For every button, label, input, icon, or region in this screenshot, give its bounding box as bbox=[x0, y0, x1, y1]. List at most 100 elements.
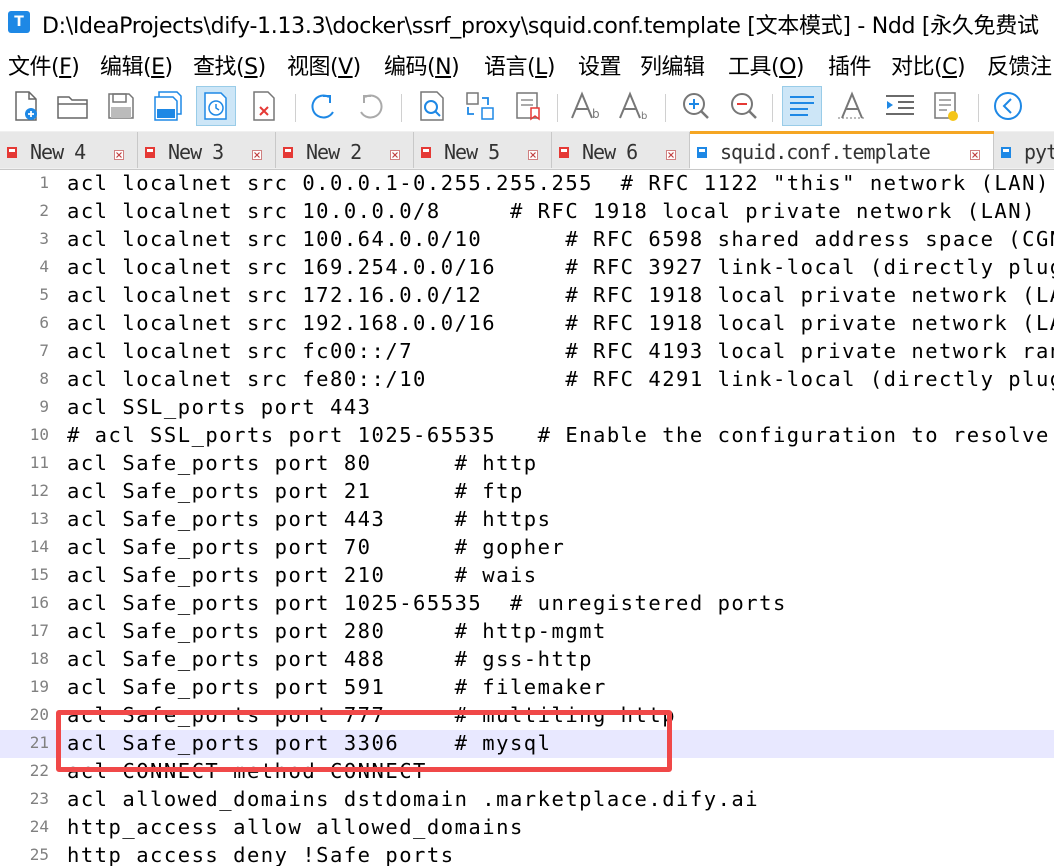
code-line[interactable]: 12 acl Safe_ports port 21 # ftp bbox=[0, 478, 1054, 506]
code-line[interactable]: 18 acl Safe_ports port 488 # gss-http bbox=[0, 646, 1054, 674]
find-icon[interactable] bbox=[412, 86, 452, 126]
tab-close-icon[interactable] bbox=[390, 145, 400, 160]
font-larger-icon[interactable]: b bbox=[566, 86, 606, 126]
line-number: 3 bbox=[39, 229, 49, 248]
menu-item-11[interactable]: 反馈注 bbox=[987, 49, 1052, 81]
indent-guide-icon[interactable] bbox=[880, 86, 920, 126]
menu-item-3[interactable]: 视图(V) bbox=[287, 49, 361, 81]
line-text: acl Safe_ports port 80 # http bbox=[67, 451, 538, 475]
line-number: 13 bbox=[29, 509, 49, 528]
tab-1[interactable]: New 3 bbox=[138, 132, 276, 168]
tab-label: New 5 bbox=[444, 140, 500, 164]
zoom-out-icon[interactable] bbox=[724, 86, 764, 126]
bookmark-icon[interactable] bbox=[508, 86, 548, 126]
code-line[interactable]: 5 acl localnet src 172.16.0.0/12 # RFC 19… bbox=[0, 282, 1054, 310]
window-title: D:\IdeaProjects\dify-1.13.3\docker\ssrf_… bbox=[42, 14, 1039, 39]
menu-item-9[interactable]: 插件 bbox=[828, 49, 872, 81]
active-tab-indicator bbox=[690, 131, 994, 134]
menu-item-2[interactable]: 查找(S) bbox=[193, 49, 266, 81]
code-line[interactable]: 25 http_access deny !Safe_ports bbox=[0, 842, 1054, 866]
code-line[interactable]: 16 acl Safe_ports port 1025-65535 # unreg… bbox=[0, 590, 1054, 618]
tab-close-icon[interactable] bbox=[528, 145, 538, 160]
line-text: acl Safe_ports port 488 # gss-http bbox=[67, 647, 593, 671]
tab-0[interactable]: New 4 bbox=[0, 132, 138, 168]
tab-close-icon[interactable] bbox=[666, 145, 676, 160]
line-text: acl Safe_ports port 443 # https bbox=[67, 507, 552, 531]
tab-close-icon[interactable] bbox=[114, 145, 124, 160]
code-line[interactable]: 23 acl allowed_domains dstdomain .marketp… bbox=[0, 786, 1054, 814]
line-text: acl localnet src 192.168.0.0/16 # RFC 19… bbox=[67, 311, 1054, 335]
tab-5[interactable]: squid.conf.template bbox=[690, 132, 994, 169]
auto-save-icon[interactable] bbox=[196, 86, 236, 126]
save-all-icon[interactable] bbox=[149, 86, 189, 126]
app-icon: T bbox=[8, 11, 30, 33]
tab-4[interactable]: New 6 bbox=[552, 132, 690, 168]
line-text: acl localnet src 0.0.0.1-0.255.255.255 #… bbox=[67, 171, 1050, 195]
code-line[interactable]: 7 acl localnet src fc00::/7 # RFC 4193 lo… bbox=[0, 338, 1054, 366]
code-line[interactable]: 1 acl localnet src 0.0.0.1-0.255.255.255 … bbox=[0, 170, 1054, 198]
tab-bar: New 4 New 3 New 2 New 5 New 6 squid.conf.temp… bbox=[0, 131, 1054, 170]
title-bar: T D:\IdeaProjects\dify-1.13.3\docker\ssr… bbox=[0, 0, 1054, 44]
line-number: 2 bbox=[39, 201, 49, 220]
line-number: 9 bbox=[39, 397, 49, 416]
show-whitespace-icon[interactable] bbox=[832, 86, 872, 126]
open-folder-icon[interactable] bbox=[53, 86, 93, 126]
tab-label: pyt bbox=[1024, 140, 1054, 164]
word-wrap-icon[interactable] bbox=[782, 86, 822, 126]
menu-item-10[interactable]: 对比(C) bbox=[891, 49, 966, 81]
menu-item-4[interactable]: 编码(N) bbox=[384, 49, 460, 81]
zoom-in-icon[interactable] bbox=[676, 86, 716, 126]
code-line[interactable]: 14 acl Safe_ports port 70 # gopher bbox=[0, 534, 1054, 562]
code-line[interactable]: 6 acl localnet src 192.168.0.0/16 # RFC 1… bbox=[0, 310, 1054, 338]
code-line[interactable]: 8 acl localnet src fe80::/10 # RFC 4291 l… bbox=[0, 366, 1054, 394]
menu-item-0[interactable]: 文件(F) bbox=[8, 49, 80, 81]
redo-icon[interactable] bbox=[351, 86, 391, 126]
line-number: 15 bbox=[29, 565, 49, 584]
code-line[interactable]: 9 acl SSL_ports port 443 bbox=[0, 394, 1054, 422]
editor-area[interactable]: 1 acl localnet src 0.0.0.1-0.255.255.255 … bbox=[0, 170, 1054, 866]
code-line[interactable]: 15 acl Safe_ports port 210 # wais bbox=[0, 562, 1054, 590]
code-line[interactable]: 10 # acl SSL_ports port 1025-65535 # Enab… bbox=[0, 422, 1054, 450]
tab-2[interactable]: New 2 bbox=[276, 132, 414, 168]
code-line[interactable]: 19 acl Safe_ports port 591 # filemaker bbox=[0, 674, 1054, 702]
code-line[interactable]: 17 acl Safe_ports port 280 # http-mgmt bbox=[0, 618, 1054, 646]
tab-3[interactable]: New 5 bbox=[414, 132, 552, 168]
menu-item-8[interactable]: 工具(O) bbox=[728, 49, 805, 81]
undo-icon[interactable] bbox=[303, 86, 343, 126]
line-number: 6 bbox=[39, 313, 49, 332]
svg-text:b: b bbox=[592, 107, 600, 121]
saved-file-icon bbox=[1000, 144, 1012, 158]
line-text: acl SSL_ports port 443 bbox=[67, 395, 372, 419]
code-line[interactable]: 24 http_access allow allowed_domains bbox=[0, 814, 1054, 842]
nav-back-icon[interactable] bbox=[988, 86, 1028, 126]
line-text: acl localnet src 10.0.0.0/8 # RFC 1918 l… bbox=[67, 199, 1036, 223]
toolbar: b b bbox=[0, 84, 1054, 130]
line-text: acl allowed_domains dstdomain .marketpla… bbox=[67, 787, 760, 811]
menu-item-6[interactable]: 设置 bbox=[578, 49, 622, 81]
tab-6[interactable]: pyt bbox=[994, 132, 1054, 168]
saved-file-icon bbox=[696, 144, 708, 158]
font-smaller-icon[interactable]: b bbox=[614, 86, 654, 126]
replace-icon[interactable] bbox=[460, 86, 500, 126]
line-number: 17 bbox=[29, 621, 49, 640]
save-icon[interactable] bbox=[101, 86, 141, 126]
code-line[interactable]: 13 acl Safe_ports port 443 # https bbox=[0, 506, 1054, 534]
file-compare-icon[interactable] bbox=[926, 86, 966, 126]
code-line[interactable]: 11 acl Safe_ports port 80 # http bbox=[0, 450, 1054, 478]
line-text: http_access deny !Safe_ports bbox=[67, 843, 455, 866]
line-text: acl localnet src 100.64.0.0/10 # RFC 659… bbox=[67, 227, 1054, 251]
new-file-icon[interactable] bbox=[6, 86, 46, 126]
unsaved-file-icon bbox=[282, 144, 294, 158]
tab-close-icon[interactable] bbox=[970, 145, 980, 160]
line-number: 19 bbox=[29, 677, 49, 696]
code-line[interactable]: 2 acl localnet src 10.0.0.0/8 # RFC 1918 … bbox=[0, 198, 1054, 226]
menu-item-7[interactable]: 列编辑 bbox=[640, 49, 705, 81]
line-number: 16 bbox=[29, 593, 49, 612]
tab-close-icon[interactable] bbox=[252, 145, 262, 160]
menu-item-5[interactable]: 语言(L) bbox=[484, 49, 555, 81]
close-file-icon[interactable] bbox=[244, 86, 284, 126]
menu-item-1[interactable]: 编辑(E) bbox=[100, 49, 173, 81]
line-number: 4 bbox=[39, 257, 49, 276]
code-line[interactable]: 4 acl localnet src 169.254.0.0/16 # RFC 3… bbox=[0, 254, 1054, 282]
code-line[interactable]: 3 acl localnet src 100.64.0.0/10 # RFC 65… bbox=[0, 226, 1054, 254]
